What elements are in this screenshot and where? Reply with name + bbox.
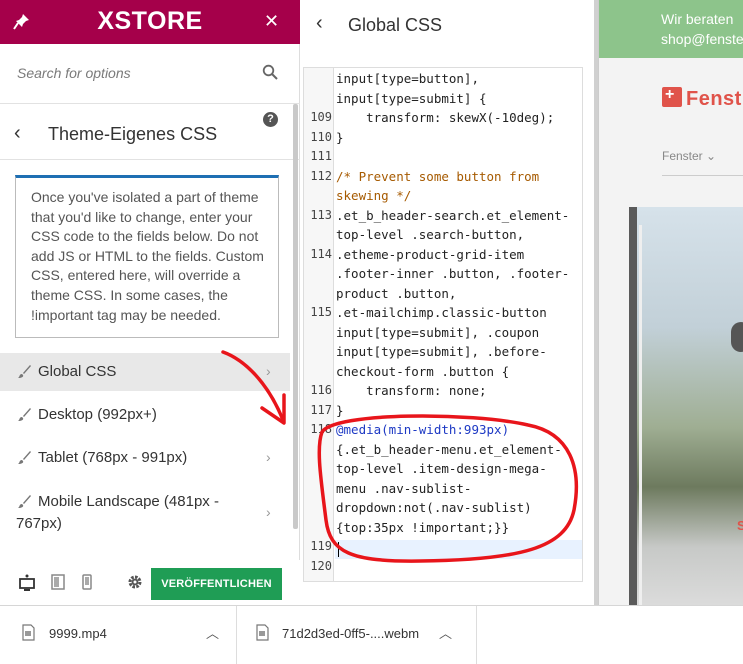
code-line: /* Prevent some button from bbox=[336, 168, 540, 184]
download-filename: 9999.mp4 bbox=[49, 626, 107, 641]
window-frame bbox=[639, 225, 743, 605]
brush-icon bbox=[18, 365, 31, 378]
code-line: {.et_b_header-menu.et_element- bbox=[336, 441, 562, 457]
customizer-header: XSTORE ✕ bbox=[0, 0, 300, 44]
close-icon[interactable]: ✕ bbox=[264, 11, 279, 32]
menu-item-label: Mobile Landscape (481px - 767px) bbox=[16, 493, 219, 532]
code-line: skewing */ bbox=[336, 188, 412, 203]
help-icon[interactable]: ? bbox=[263, 112, 278, 127]
nav-divider bbox=[662, 175, 743, 176]
customizer-footer: VERÖFFENTLICHEN bbox=[0, 560, 300, 605]
code-line: .et_b_header-search.et_element- bbox=[336, 207, 570, 223]
line-number: 110 bbox=[310, 129, 332, 144]
code-line: transform: none; bbox=[336, 383, 487, 398]
active-line-highlight bbox=[335, 540, 582, 559]
promo-banner: Wir beraten shop@fenste bbox=[599, 0, 743, 58]
line-number: 116 bbox=[310, 383, 332, 397]
brush-icon bbox=[18, 451, 31, 464]
file-icon bbox=[256, 624, 269, 641]
code-line: input[type=submit], .coupon bbox=[336, 324, 540, 340]
brand-logo: XSTORE bbox=[97, 7, 203, 35]
hero-letter: S bbox=[737, 518, 743, 533]
site-logo-text[interactable]: Fenst bbox=[686, 88, 742, 111]
desktop-preview-icon[interactable] bbox=[19, 574, 35, 592]
code-line: input[type=submit], .before- bbox=[336, 344, 547, 359]
mobile-preview-icon[interactable] bbox=[81, 574, 93, 590]
file-icon bbox=[22, 624, 35, 641]
code-line: top-level .search-button, bbox=[336, 227, 525, 242]
banner-line-2: shop@fenste bbox=[661, 31, 743, 47]
line-number: 109 bbox=[310, 110, 332, 124]
line-number: 120 bbox=[310, 558, 332, 573]
section-header: ‹ Theme-Eigenes CSS ? bbox=[0, 104, 300, 160]
download-bar: 9999.mp4 ︿ 71d2d3ed-0ff5-....webm ︿ bbox=[0, 605, 743, 664]
search-input[interactable] bbox=[17, 62, 247, 84]
text-cursor bbox=[338, 542, 339, 557]
back-arrow-icon[interactable]: ‹ bbox=[14, 122, 21, 145]
editor-title: Global CSS bbox=[348, 15, 443, 35]
chevron-up-icon[interactable]: ︿ bbox=[206, 623, 219, 642]
code-line: .etheme-product-grid-item bbox=[336, 246, 525, 262]
nav-item-fenster[interactable]: Fenster ⌄ bbox=[662, 149, 716, 163]
chevron-right-icon: › bbox=[266, 363, 271, 379]
editor-header: ‹ Global CSS bbox=[301, 0, 598, 50]
publish-button[interactable]: VERÖFFENTLICHEN bbox=[151, 568, 282, 600]
search-icon[interactable] bbox=[262, 64, 278, 80]
gear-icon[interactable] bbox=[127, 574, 143, 590]
code-line: product .button, bbox=[336, 285, 457, 301]
line-number: 111 bbox=[310, 149, 332, 163]
line-number-gutter: 109 110 111 112 113 114 115 116 117 118 119 120 bbox=[304, 68, 334, 581]
menu-item-desktop[interactable]: Desktop (992px+) bbox=[0, 396, 290, 434]
tablet-preview-icon[interactable] bbox=[51, 574, 65, 590]
code-line: menu .nav-sublist- bbox=[336, 480, 472, 496]
code-line: top-level .item-design-mega- bbox=[336, 461, 547, 476]
code-line: .footer-inner .button, .footer- bbox=[336, 266, 570, 281]
code-line: transform: skewX(-10deg); bbox=[336, 110, 555, 125]
code-editor-panel: ‹ Global CSS 109 110 111 112 113 114 115 116 117… bbox=[301, 0, 598, 605]
hero-shape bbox=[731, 322, 743, 352]
code-line: input[type=submit] { bbox=[336, 90, 487, 106]
menu-item-label: Desktop (992px+) bbox=[38, 406, 157, 423]
menu-item-label: Tablet (768px - 991px) bbox=[38, 449, 188, 466]
code-line: } bbox=[336, 129, 344, 145]
css-code-editor[interactable]: 109 110 111 112 113 114 115 116 117 118 119 120 inp… bbox=[303, 67, 583, 582]
code-line: checkout-form .button { bbox=[336, 363, 510, 379]
code-line: .et-mailchimp.classic-button bbox=[336, 305, 547, 320]
code-line: @media(min-width:993px) bbox=[336, 422, 510, 437]
menu-item-label: Global CSS bbox=[38, 363, 117, 380]
download-filename: 71d2d3ed-0ff5-....webm bbox=[282, 626, 420, 641]
chevron-right-icon: › bbox=[266, 504, 271, 520]
code-line: } bbox=[336, 402, 344, 418]
line-number: 115 bbox=[310, 305, 332, 319]
menu-item-mobile-landscape[interactable]: Mobile Landscape (481px - 767px) › bbox=[0, 483, 290, 543]
site-preview: Wir beraten shop@fenste + Fenst Fenster … bbox=[598, 0, 743, 605]
chevron-up-icon[interactable]: ︿ bbox=[439, 623, 452, 642]
line-number: 119 bbox=[310, 539, 332, 553]
sidebar-scrollbar[interactable] bbox=[293, 104, 298, 529]
customizer-sidebar: XSTORE ✕ ‹ Theme-Eigenes CSS ? Once you'… bbox=[0, 0, 300, 605]
banner-line-1: Wir beraten bbox=[661, 11, 734, 27]
chevron-right-icon: › bbox=[266, 449, 271, 465]
code-line: input[type=button], bbox=[336, 71, 479, 86]
download-item[interactable]: 9999.mp4 ︿ bbox=[0, 606, 237, 664]
back-arrow-icon[interactable]: ‹ bbox=[316, 12, 323, 35]
line-number: 113 bbox=[310, 207, 332, 222]
plus-icon: + bbox=[665, 86, 675, 103]
code-line: dropdown:not(.nav-sublist) bbox=[336, 500, 532, 515]
download-item[interactable]: 71d2d3ed-0ff5-....webm ︿ bbox=[237, 606, 477, 664]
search-bar bbox=[0, 44, 300, 104]
line-number: 112 bbox=[310, 168, 332, 183]
line-number: 117 bbox=[310, 402, 332, 417]
section-title: Theme-Eigenes CSS bbox=[48, 124, 218, 144]
section-description: Once you've isolated a part of theme tha… bbox=[15, 175, 279, 338]
line-number: 114 bbox=[310, 246, 332, 261]
line-number: 118 bbox=[310, 422, 332, 436]
brush-icon bbox=[18, 408, 31, 421]
menu-item-global-css[interactable]: Global CSS › bbox=[0, 353, 290, 391]
menu-item-tablet[interactable]: Tablet (768px - 991px) › bbox=[0, 439, 290, 477]
code-line: {top:35px !important;}} bbox=[336, 519, 510, 535]
